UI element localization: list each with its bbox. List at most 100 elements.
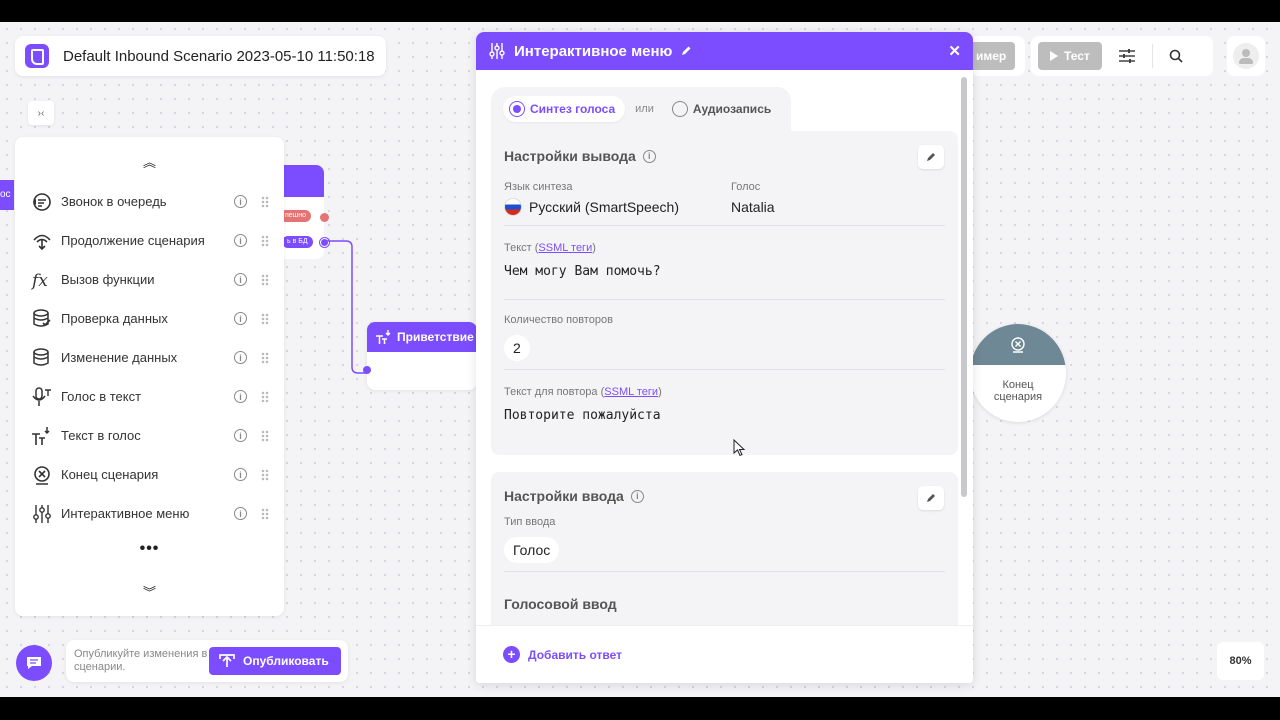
scenario-title: Default Inbound Scenario 2023-05-10 11:5… — [63, 47, 375, 65]
continue-scenario-icon — [30, 229, 54, 253]
radio-speech-synthesis[interactable]: Синтез голоса — [503, 96, 626, 122]
palette-item[interactable]: Текст в голос i — [15, 416, 284, 455]
publish-button[interactable]: Опубликовать — [209, 647, 341, 675]
input-type-value[interactable]: Голос — [504, 537, 560, 563]
scroll-down-icon[interactable]: ︾ — [15, 582, 284, 601]
modal-title: Интерактивное меню — [514, 42, 673, 60]
divider — [504, 299, 945, 300]
info-icon[interactable]: i — [234, 351, 247, 364]
mouse-cursor-icon — [733, 439, 746, 457]
palette-item-label: Проверка данных — [61, 311, 168, 326]
example-button[interactable]: имер — [970, 42, 1016, 70]
info-icon[interactable]: i — [234, 234, 247, 247]
test-button[interactable]: Тест — [1038, 42, 1102, 70]
palette-item-label: Вызов функции — [61, 272, 155, 287]
svg-text:fx: fx — [31, 271, 48, 291]
collapse-panel-button[interactable]: ›‹ — [28, 101, 54, 125]
info-icon[interactable]: i — [234, 507, 247, 520]
modal-scrollbar[interactable] — [961, 77, 967, 497]
publish-button-label: Опубликовать — [243, 654, 329, 668]
avatar[interactable] — [1233, 43, 1259, 69]
edit-input-button[interactable] — [918, 486, 944, 510]
palette-item[interactable]: Продолжение сценария i — [15, 221, 284, 260]
repeat-text-label: Текст для повтора (SSML теги) — [504, 386, 662, 398]
palette-item[interactable]: Голос в текст i — [15, 377, 284, 416]
drag-handle-icon[interactable] — [261, 468, 269, 481]
info-icon[interactable]: i — [234, 195, 247, 208]
drag-handle-icon[interactable] — [261, 195, 269, 208]
palette-item[interactable]: Звонок в очередь i — [15, 182, 284, 221]
divider — [504, 571, 945, 572]
drag-handle-icon[interactable] — [261, 429, 269, 442]
test-button-label: Тест — [1064, 49, 1090, 63]
node-success-port[interactable] — [320, 213, 329, 222]
info-icon[interactable]: i — [630, 489, 644, 503]
drag-handle-icon[interactable] — [261, 234, 269, 247]
offscreen-node-label: ос — [0, 189, 11, 200]
russia-flag-icon — [504, 198, 522, 216]
more-icon[interactable]: ••• — [15, 540, 284, 558]
text-value[interactable]: Чем могу Вам помочь? — [504, 264, 661, 279]
drag-handle-icon[interactable] — [261, 507, 269, 520]
palette-item[interactable]: Проверка данных i — [15, 299, 284, 338]
data-check-icon — [30, 307, 54, 331]
drag-handle-icon[interactable] — [261, 390, 269, 403]
add-answer-button[interactable]: + Добавить ответ — [476, 625, 973, 683]
node-db-pill: ь в БД — [282, 236, 313, 248]
info-icon[interactable]: i — [234, 390, 247, 403]
palette-item[interactable]: fx Вызов функции i — [15, 260, 284, 299]
end-scenario-icon — [1011, 337, 1025, 353]
radio-audio-recording[interactable]: Аудиозапись — [666, 96, 781, 122]
palette-item-label: Изменение данных — [61, 350, 178, 365]
end-node-cap — [970, 324, 1066, 365]
chat-button[interactable] — [16, 645, 52, 681]
greeting-node[interactable]: Приветствие — [363, 322, 477, 390]
ssml-tags-link[interactable]: SSML теги — [538, 242, 592, 254]
divider — [504, 369, 945, 370]
output-settings-title: Настройки вывода i — [504, 148, 656, 164]
offscreen-node-stub[interactable]: ос — [0, 180, 14, 210]
info-icon[interactable]: i — [234, 429, 247, 442]
palette-item-label: Голос в текст — [61, 389, 142, 404]
palette-item-label: Звонок в очередь — [61, 194, 167, 209]
queue-call-icon — [30, 190, 54, 214]
repeat-count-value[interactable]: 2 — [504, 335, 530, 361]
drag-handle-icon[interactable] — [261, 312, 269, 325]
scroll-up-icon[interactable]: ︽ — [15, 152, 284, 171]
close-icon[interactable]: ✕ — [948, 42, 961, 60]
voice-value[interactable]: Natalia — [731, 199, 775, 215]
info-icon[interactable]: i — [234, 273, 247, 286]
greeting-node-title: Приветствие — [397, 330, 474, 344]
repeat-text-value[interactable]: Повторите пожалуйста — [504, 408, 661, 423]
greeting-node-header: Приветствие — [367, 322, 477, 352]
edit-title-icon[interactable] — [680, 45, 692, 57]
user-menu[interactable] — [1227, 36, 1265, 76]
speech-to-text-icon — [30, 385, 54, 409]
publish-bar: Опубликуйте изменения в сценарии. Опубли… — [66, 640, 348, 682]
info-icon[interactable]: i — [234, 468, 247, 481]
edit-output-button[interactable] — [918, 145, 944, 169]
end-scenario-node[interactable]: Конец сценария — [970, 324, 1066, 422]
divider — [504, 225, 945, 226]
info-icon[interactable]: i — [234, 312, 247, 325]
palette-item[interactable]: Конец сценария i — [15, 455, 284, 494]
drag-handle-icon[interactable] — [261, 351, 269, 364]
palette-item-label: Конец сценария — [61, 467, 159, 482]
scenario-canvas[interactable]: Default Inbound Scenario 2023-05-10 11:5… — [0, 22, 1280, 697]
plus-icon: + — [503, 646, 520, 663]
app-logo-icon[interactable] — [25, 44, 49, 68]
input-settings-section: Настройки ввода i Тип ввода Голос Голосов… — [491, 472, 958, 632]
play-icon — [1050, 51, 1058, 61]
end-node-label: Конец сценария — [993, 379, 1043, 403]
greeting-node-input-port[interactable] — [363, 366, 371, 374]
drag-handle-icon[interactable] — [261, 273, 269, 286]
settings-sliders-icon[interactable] — [1118, 48, 1136, 64]
info-icon[interactable]: i — [642, 149, 656, 163]
synthesis-language-value[interactable]: Русский (SmartSpeech) — [504, 198, 679, 216]
ssml-tags-link[interactable]: SSML теги — [604, 386, 658, 398]
palette-item[interactable]: Интерактивное меню i — [15, 494, 284, 533]
palette-item[interactable]: Изменение данных i — [15, 338, 284, 377]
text-to-speech-icon — [376, 330, 391, 344]
search-icon[interactable] — [1169, 49, 1183, 63]
zoom-level[interactable]: 80% — [1217, 642, 1264, 680]
